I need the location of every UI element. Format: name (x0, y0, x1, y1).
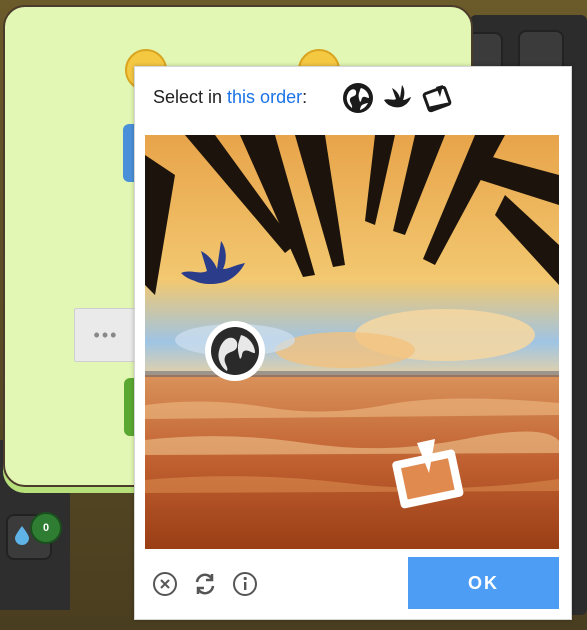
refresh-icon[interactable] (191, 570, 219, 598)
info-icon[interactable] (231, 570, 259, 598)
close-circle-icon[interactable] (151, 570, 179, 598)
prompt-suffix: : (302, 87, 308, 107)
prompt-link[interactable]: this order (227, 87, 302, 107)
more-options-button[interactable]: ••• (74, 308, 138, 362)
water-drop-icon (15, 526, 29, 545)
tablet-icon (422, 85, 452, 113)
drop-count-badge: 0 (30, 512, 62, 544)
bird-icon (384, 85, 411, 108)
globe-icon (343, 83, 373, 113)
captcha-challenge: Select in this order: OK (134, 66, 572, 620)
ok-button[interactable]: OK (408, 557, 559, 609)
beach-scene-image (145, 135, 559, 549)
challenge-image[interactable] (145, 135, 559, 549)
captcha-footer-icons (151, 570, 259, 598)
prompt-prefix: Select in (153, 87, 228, 107)
order-icons (341, 81, 455, 115)
captcha-prompt: Select in this order: (153, 87, 307, 108)
